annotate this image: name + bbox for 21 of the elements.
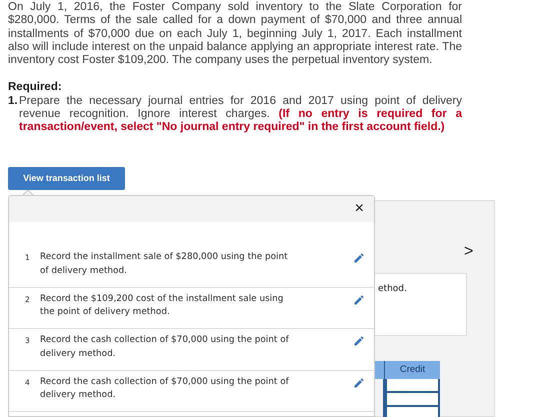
transaction-text: Record the cash collection of $70,000 using the point of delivery method. [40, 334, 290, 360]
transaction-text: Record the installment sale of $280,000 using the point of delivery method. [40, 251, 289, 278]
close-button[interactable]: × [354, 201, 364, 217]
column-header: Credit [385, 361, 440, 379]
required-heading: Required: [8, 81, 63, 95]
item-number: 1. [8, 94, 19, 109]
credit-input[interactable] [385, 407, 440, 417]
edit-icon[interactable] [353, 252, 365, 264]
credit-input[interactable] [385, 393, 440, 407]
description-text: ethod. [378, 283, 407, 296]
next-button[interactable]: > [464, 244, 474, 260]
table-header-edge [375, 361, 385, 379]
edit-icon[interactable] [353, 294, 365, 306]
view-transaction-list-button[interactable]: View transaction list [8, 166, 125, 190]
edit-icon[interactable] [353, 335, 365, 347]
transaction-text: Record the cash collection of $70,000 using the point of delivery method. [40, 376, 290, 402]
credit-input[interactable] [385, 379, 440, 393]
problem-text: On July 1, 2016, the Foster Company sold inventory to the Slate Corporation for $280,000. Terms of the sale called for a down payment of $70,000 and three annual installments of $70,000 due on each July 1, beginning July 1, 2017. Each installment also will include interest on the unpaid balance applying an appropriate interest rate. The inventory cost Foster $109,200. The company uses the perpetual inventory system. [8, 1, 462, 68]
edit-icon[interactable] [353, 376, 365, 388]
instruction-text: Prepare the necessary journal entries for 2016 and 2017 using point of delivery revenue recognition. Ignore interest charges. (If no entry is required for a transaction/event, select "No journal entry required" in the first account field.) [19, 94, 462, 135]
transaction-text: Record the $109,200 cost of the installment sale using the point of delivery method. [40, 292, 284, 319]
